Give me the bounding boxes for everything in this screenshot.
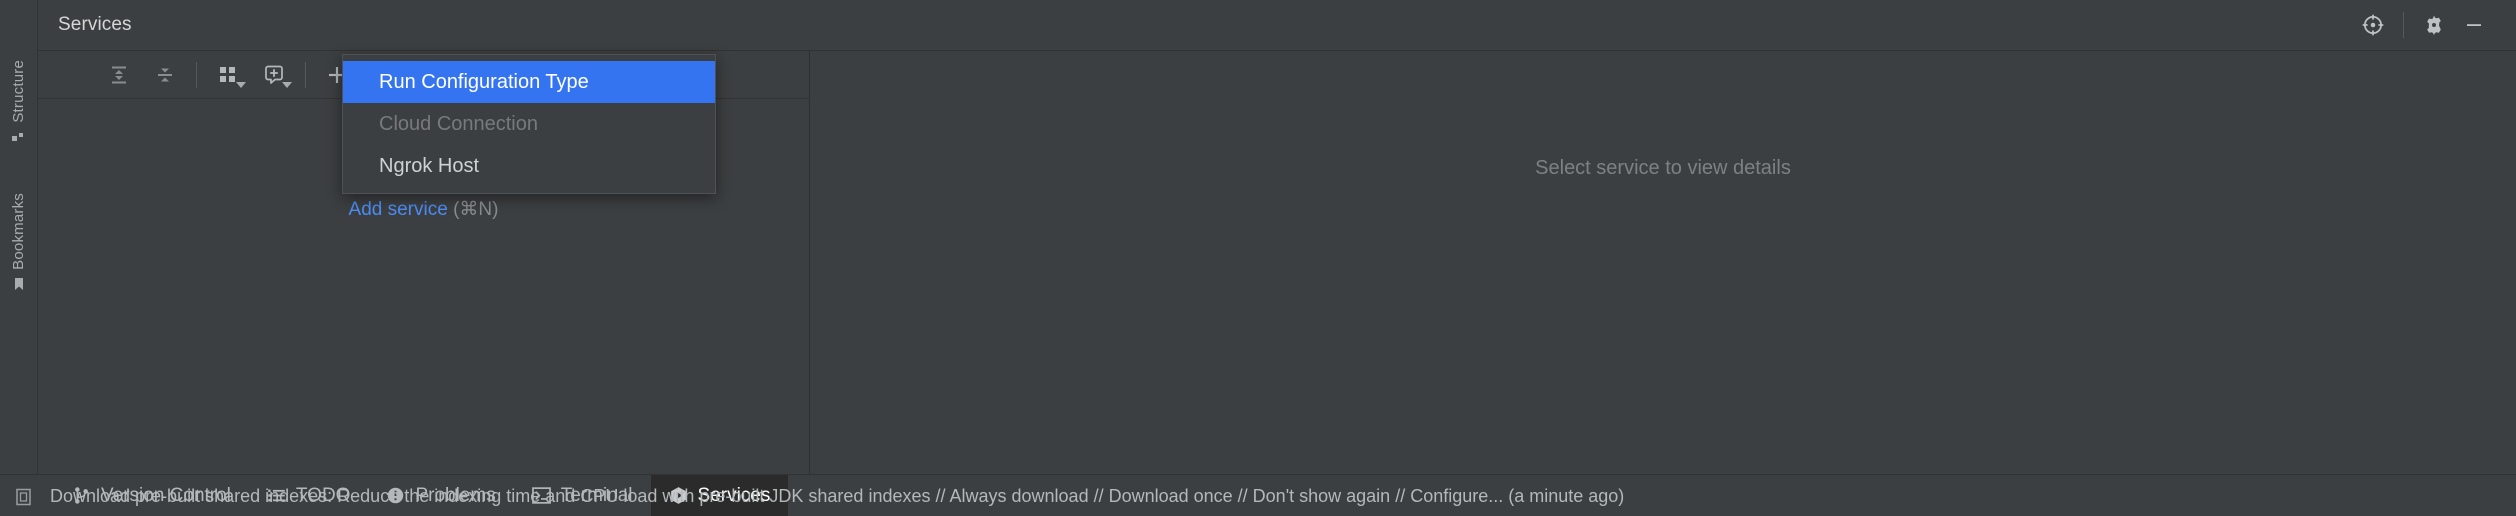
settings-button[interactable] — [2414, 5, 2454, 45]
chevron-down-icon — [236, 81, 246, 88]
left-tool-rail: Structure Bookmarks — [0, 0, 38, 474]
minimize-icon — [2467, 24, 2481, 26]
empty-state-action: Add service (⌘N) — [38, 198, 809, 221]
sidebar-item-structure[interactable]: Structure — [10, 52, 27, 145]
page-title: Services — [58, 14, 132, 35]
collapse-all-button[interactable] — [142, 56, 188, 94]
sidebar-item-structure-label: Structure — [10, 60, 27, 123]
group-by-button[interactable] — [205, 56, 251, 94]
gear-icon — [2427, 15, 2441, 35]
collapse-all-icon — [158, 68, 172, 81]
add-service-shortcut: (⌘N) — [453, 199, 499, 220]
sidebar-item-bookmarks[interactable]: Bookmarks — [10, 185, 27, 292]
sidebar-item-bookmarks-label: Bookmarks — [10, 192, 27, 270]
header-separator — [2403, 12, 2404, 38]
bookmark-icon — [14, 277, 23, 290]
menu-item-cloud-connection: Cloud Connection — [379, 112, 538, 135]
add-service-popup-menu: Run Configuration Type Cloud Connection … — [342, 54, 716, 194]
details-placeholder: Select service to view details — [1535, 157, 1791, 179]
toolbar-separator-1 — [196, 61, 197, 88]
expand-all-icon — [112, 66, 126, 83]
menu-item-ngrok-host[interactable]: Ngrok Host — [343, 145, 715, 187]
chevron-down-icon — [282, 81, 292, 88]
toolbar-separator-2 — [305, 61, 306, 88]
status-bar-message[interactable]: Download pre-built shared indexes: Reduc… — [50, 486, 1624, 507]
menu-item-run-configuration-type[interactable]: Run Configuration Type — [343, 61, 715, 103]
service-details-pane: Select service to view details — [810, 51, 2516, 474]
expand-all-button[interactable] — [96, 56, 142, 94]
scroll-to-source-button[interactable] — [2353, 5, 2393, 45]
scroll-to-source-icon — [2362, 14, 2384, 36]
tool-window-header: Services — [38, 0, 2516, 51]
structure-icon — [11, 132, 23, 141]
notification-icon[interactable] — [14, 486, 36, 508]
rail-group-top: Structure Bookmarks — [10, 0, 27, 292]
status-bar: Download pre-built shared indexes: Reduc… — [0, 477, 2516, 516]
tool-window-header-actions — [2353, 0, 2516, 50]
add-filter-button[interactable] — [251, 56, 297, 94]
minimize-button[interactable] — [2454, 5, 2494, 45]
add-service-link[interactable]: Add service — [349, 199, 448, 220]
